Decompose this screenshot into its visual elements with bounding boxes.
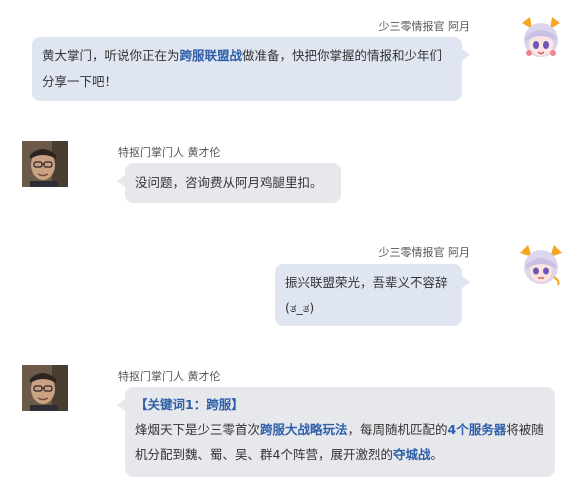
anime-girl-avatar[interactable] [518,241,564,287]
sender-name: 少三零情报官 阿月 [378,246,471,259]
message-body: 烽烟天下是少三零首次跨服大战略玩法，每周随机匹配的4个服务器将被随机分配到魏、蜀… [135,417,545,467]
message-text: 烽烟天下是少三零首次 [135,422,261,437]
keyword-title: 【关键词1：跨服】 [135,397,244,412]
message-bubble: 黄大掌门，听说你正在为跨服联盟战做准备，快把你掌握的情报和少年们分享一下吧！ [32,37,470,101]
sender-name: 特抠门掌门人 黄才伦 [118,146,221,159]
highlight-strategy-mode: 跨服大战略玩法 [260,422,348,437]
message-text: ，每周随机匹配的 [347,422,448,437]
highlight-city-siege: 夺城战 [392,447,431,462]
message-text: 。 [430,447,443,462]
message-text: 黄大掌门，听说你正在为 [42,48,180,63]
highlight-cross-server-alliance-war: 跨服联盟战 [179,48,243,63]
message-bubble: 没问题，咨询费从阿月鸡腿里扣。 [117,163,341,203]
message-bubble: 【关键词1：跨服】 烽烟天下是少三零首次跨服大战略玩法，每周随机匹配的4个服务器… [117,387,555,477]
message-text: 没问题，咨询费从阿月鸡腿里扣。 [135,175,323,190]
man-with-glasses-avatar[interactable] [22,141,68,187]
highlight-four-servers: 4个服务器 [447,422,507,437]
emoticon-text: (ತ_ತ) [285,300,315,315]
message-bubble: 振兴联盟荣光，吾辈义不容辞 (ತ_ತ) [275,264,470,326]
message-text: 振兴联盟荣光，吾辈义不容辞 [285,275,448,290]
man-with-glasses-avatar[interactable] [22,365,68,411]
sender-name: 特抠门掌门人 黄才伦 [118,370,221,383]
anime-girl-avatar[interactable] [518,15,564,61]
sender-name: 少三零情报官 阿月 [378,20,471,33]
